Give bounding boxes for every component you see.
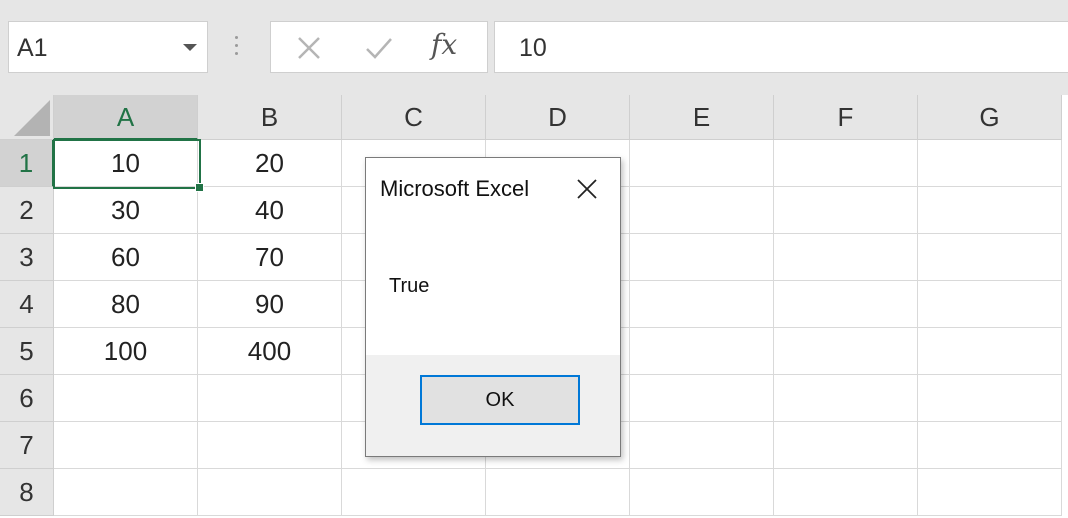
cell-a4[interactable]: 80: [54, 281, 198, 328]
cell-b3[interactable]: 70: [198, 234, 342, 281]
select-all-icon: [14, 100, 50, 136]
dialog-message: True: [389, 275, 430, 297]
cell-g8[interactable]: [918, 469, 1062, 516]
row-header-3[interactable]: 3: [0, 234, 54, 281]
dialog-title: Microsoft Excel: [380, 176, 530, 201]
cell-f2[interactable]: [774, 187, 918, 234]
formula-buttons: fx: [270, 21, 488, 73]
cell-g1[interactable]: [918, 140, 1062, 187]
cell-e7[interactable]: [630, 422, 774, 469]
fill-handle[interactable]: [195, 183, 204, 192]
column-header-e[interactable]: E: [630, 95, 774, 140]
cell-e8[interactable]: [630, 469, 774, 516]
row-header-4[interactable]: 4: [0, 281, 54, 328]
select-all-button[interactable]: [0, 95, 54, 140]
column-headers: A B C D E F G: [54, 95, 1068, 140]
cell-a5[interactable]: 100: [54, 328, 198, 375]
cell-b2[interactable]: 40: [198, 187, 342, 234]
cell-e1[interactable]: [630, 140, 774, 187]
drag-handle-icon[interactable]: [233, 36, 239, 58]
row-header-7[interactable]: 7: [0, 422, 54, 469]
column-header-c[interactable]: C: [342, 95, 486, 140]
row-header-8[interactable]: 8: [0, 469, 54, 516]
cell-e3[interactable]: [630, 234, 774, 281]
check-icon[interactable]: [361, 30, 397, 66]
cell-b6[interactable]: [198, 375, 342, 422]
ok-button[interactable]: OK: [420, 375, 580, 425]
cell-a8[interactable]: [54, 469, 198, 516]
cell-g6[interactable]: [918, 375, 1062, 422]
column-header-a[interactable]: A: [54, 95, 198, 140]
chevron-down-icon[interactable]: [183, 44, 197, 51]
dialog-footer: OK: [366, 355, 620, 456]
cell-g4[interactable]: [918, 281, 1062, 328]
column-header-g[interactable]: G: [918, 95, 1062, 140]
cell-b8[interactable]: [198, 469, 342, 516]
cell-g2[interactable]: [918, 187, 1062, 234]
cell-c8[interactable]: [342, 469, 486, 516]
cell-e6[interactable]: [630, 375, 774, 422]
formula-value: 10: [519, 34, 547, 62]
cell-b4[interactable]: 90: [198, 281, 342, 328]
row-header-2[interactable]: 2: [0, 187, 54, 234]
message-box-dialog: Microsoft Excel True OK: [365, 157, 621, 457]
cell-d8[interactable]: [486, 469, 630, 516]
close-icon[interactable]: [572, 174, 602, 204]
cell-a6[interactable]: [54, 375, 198, 422]
row-header-6[interactable]: 6: [0, 375, 54, 422]
row-header-5[interactable]: 5: [0, 328, 54, 375]
cell-f1[interactable]: [774, 140, 918, 187]
row-headers: 1 2 3 4 5 6 7 8: [0, 140, 54, 518]
cell-f3[interactable]: [774, 234, 918, 281]
cell-f5[interactable]: [774, 328, 918, 375]
cell-b7[interactable]: [198, 422, 342, 469]
column-header-f[interactable]: F: [774, 95, 918, 140]
cell-a3[interactable]: 60: [54, 234, 198, 281]
column-header-d[interactable]: D: [486, 95, 630, 140]
insert-function-button[interactable]: fx: [431, 28, 477, 64]
cell-g7[interactable]: [918, 422, 1062, 469]
column-header-b[interactable]: B: [198, 95, 342, 140]
cell-g5[interactable]: [918, 328, 1062, 375]
cell-a7[interactable]: [54, 422, 198, 469]
name-box-value: A1: [17, 34, 48, 62]
cell-f7[interactable]: [774, 422, 918, 469]
name-box[interactable]: A1: [8, 21, 208, 73]
cell-f8[interactable]: [774, 469, 918, 516]
cell-g3[interactable]: [918, 234, 1062, 281]
formula-toolbar: A1 fx 10: [0, 0, 1068, 95]
cell-a2[interactable]: 30: [54, 187, 198, 234]
row-header-1[interactable]: 1: [0, 140, 54, 187]
cell-a1[interactable]: 10: [54, 140, 198, 187]
cell-b1[interactable]: 20: [198, 140, 342, 187]
cell-f6[interactable]: [774, 375, 918, 422]
cancel-icon[interactable]: [291, 30, 327, 66]
cell-e2[interactable]: [630, 187, 774, 234]
cell-b5[interactable]: 400: [198, 328, 342, 375]
cell-e5[interactable]: [630, 328, 774, 375]
cell-e4[interactable]: [630, 281, 774, 328]
formula-input[interactable]: 10: [494, 21, 1068, 73]
cell-f4[interactable]: [774, 281, 918, 328]
